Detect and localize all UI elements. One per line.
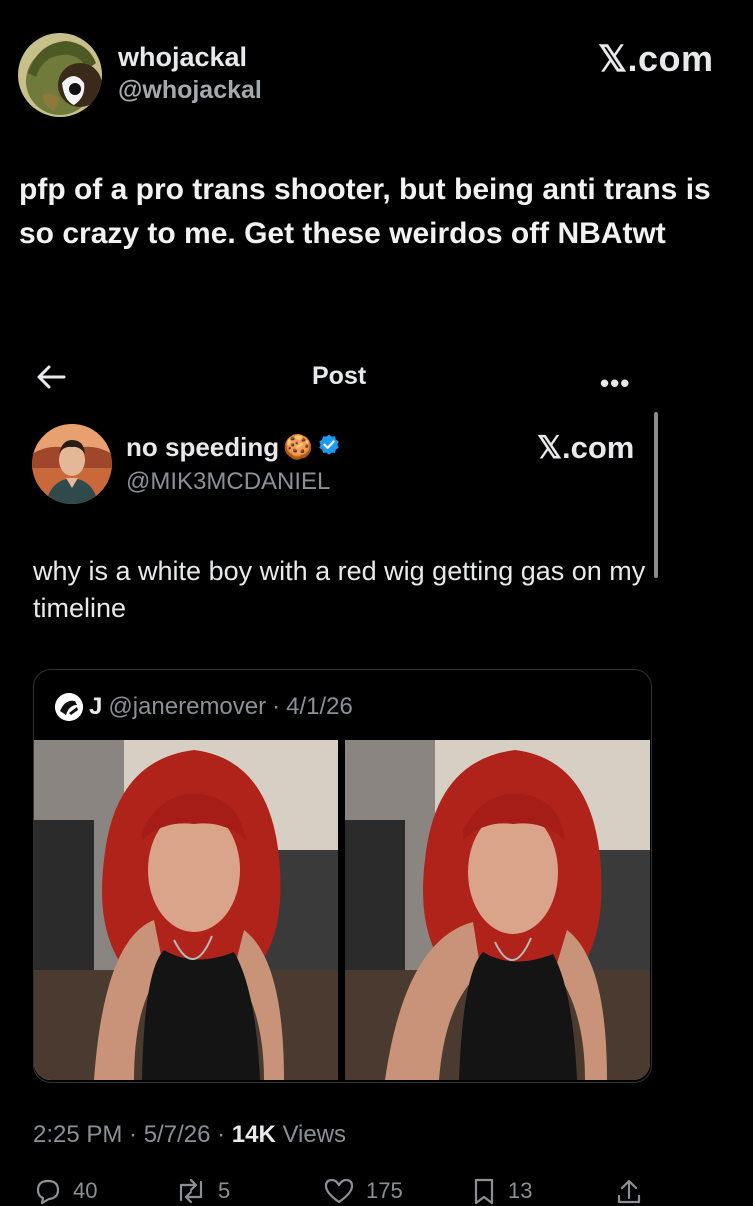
handle[interactable]: @MIK3MCDANIEL (126, 468, 330, 496)
handle[interactable]: @whojackal (118, 76, 262, 105)
cookie-emoji: 🍪 (283, 434, 314, 461)
reply-icon (33, 1176, 63, 1206)
bookmark-count: 13 (508, 1178, 533, 1203)
like-count: 175 (366, 1178, 403, 1203)
reply-button[interactable]: 40 (33, 1176, 97, 1206)
post-text: pfp of a pro trans shooter, but being an… (19, 173, 711, 250)
display-name[interactable]: whojackal (118, 42, 247, 73)
avatar (55, 693, 83, 721)
repost-button[interactable]: 5 (174, 1176, 230, 1206)
display-name[interactable]: no speeding (126, 432, 279, 463)
separator: · (272, 693, 281, 720)
site-watermark: 𝕏.com (537, 430, 635, 465)
share-button[interactable] (614, 1176, 644, 1206)
quoted-display-name[interactable]: J (89, 693, 102, 721)
back-arrow-icon[interactable] (34, 362, 68, 392)
page-title: Post (312, 362, 367, 390)
share-icon (614, 1176, 644, 1206)
like-button[interactable]: 175 (322, 1176, 403, 1206)
quoted-photo-1[interactable] (34, 740, 338, 1080)
quoted-date: 4/1/26 (286, 693, 353, 720)
time-date: 2:25 PM · 5/7/26 · (33, 1121, 232, 1148)
reply-count: 40 (73, 1178, 98, 1203)
repost-icon (174, 1176, 208, 1206)
scrollbar[interactable] (654, 412, 658, 578)
quoted-photo-2[interactable] (345, 740, 650, 1080)
views-count: 14K (231, 1121, 276, 1148)
avatar[interactable] (32, 424, 112, 504)
views-label: Views (275, 1121, 347, 1148)
heart-icon (322, 1176, 356, 1206)
quoted-handle[interactable]: @janeremover (108, 693, 266, 721)
site-watermark: 𝕏.com (598, 38, 714, 79)
post-timestamp: 2:25 PM · 5/7/26 · 14K Views (33, 1121, 346, 1149)
post-text: why is a white boy with a red wig gettin… (33, 556, 646, 623)
more-options-icon[interactable]: ••• (600, 368, 630, 399)
bookmark-button[interactable]: 13 (470, 1176, 532, 1206)
verified-badge-icon (317, 433, 341, 462)
quoted-post-header[interactable]: J @janeremover · 4/1/26 (55, 693, 353, 721)
author-name-row[interactable]: no speeding 🍪 (126, 432, 341, 463)
avatar[interactable] (18, 33, 102, 117)
bookmark-icon (470, 1176, 498, 1206)
repost-count: 5 (218, 1178, 231, 1203)
